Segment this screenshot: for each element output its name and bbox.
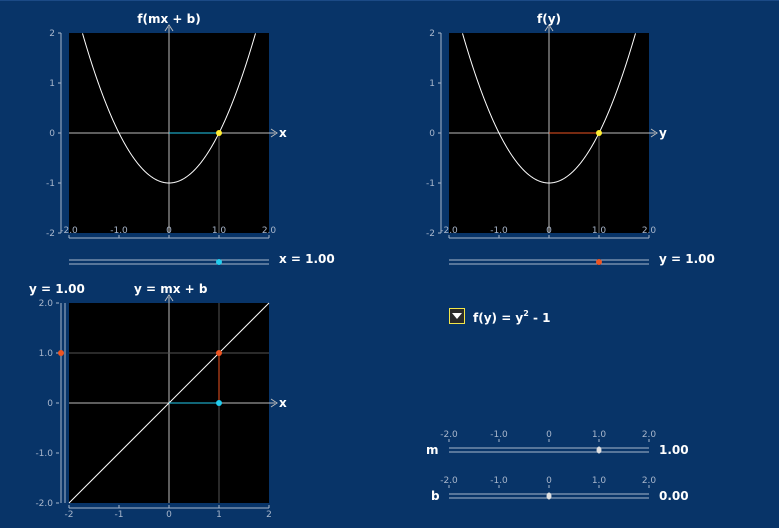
y-tick-label: 2 xyxy=(429,29,435,39)
x-tick-label: -1.0 xyxy=(490,430,508,440)
panel-linear: 2.0 1.0 0 -1.0 -2.0 -2 -1 0 1 2 y = 1.00 y = mx … xyxy=(29,282,287,520)
function-dropdown-button[interactable] xyxy=(449,308,465,324)
function-point xyxy=(216,130,222,136)
m-slider-thumb[interactable] xyxy=(596,446,602,454)
applet-canvas: 2 1 0 -1 -2 -2.0 -1.0 0 1.0 2.0 f(mx + b) x x = … xyxy=(29,12,715,520)
x-slider-readout: x = 1.00 xyxy=(279,252,335,266)
y-tick-label: 0 xyxy=(429,129,435,139)
m-slider-readout: 1.00 xyxy=(659,443,689,457)
m-slider-label: m xyxy=(426,443,439,457)
y-tick-label: -2.0 xyxy=(35,499,53,509)
y-slider-readout: y = 1.00 xyxy=(659,252,715,266)
panel-f-mx-b: 210-1-2 -2.0-1.001.02.0 f(mx + b) x x = … xyxy=(46,12,335,266)
x-tick-label: 1 xyxy=(216,510,222,520)
y-tick-label: 0 xyxy=(47,399,53,409)
x-tick-label: -2.0 xyxy=(60,226,78,236)
y-axis-label: y xyxy=(659,126,667,140)
x-tick-label: -1 xyxy=(115,510,124,520)
x-axis-label: x xyxy=(279,396,287,410)
function-label: f(y) = y2 - 1 xyxy=(473,309,551,325)
panel-f-y: 210-1-2 -2.0-1.001.02.0 f(y) y y = 1.00 xyxy=(426,12,715,266)
x-tick-label: 2.0 xyxy=(642,226,657,236)
x-point xyxy=(216,400,222,406)
x-tick-label: 2.0 xyxy=(262,226,277,236)
b-slider-readout: 0.00 xyxy=(659,489,689,503)
x-tick-label: 0 xyxy=(546,430,552,440)
y-tick-label: 1.0 xyxy=(39,349,54,359)
function-suffix: - 1 xyxy=(528,311,551,325)
x-tick-label: -1.0 xyxy=(110,226,128,236)
y-tick-label: 1 xyxy=(429,79,435,89)
y-tick-label: -2 xyxy=(46,229,55,239)
x-tick-label: 2.0 xyxy=(642,476,657,486)
b-slider-thumb[interactable] xyxy=(546,492,552,500)
y-tick-label: 0 xyxy=(49,129,55,139)
x-tick-label: 1.0 xyxy=(592,430,607,440)
function-prefix: f(y) = y xyxy=(473,311,524,325)
x-tick-label: 2 xyxy=(266,510,272,520)
function-point xyxy=(596,130,602,136)
x-axis-label: x xyxy=(279,126,287,140)
m-slider: -2.0 -1.0 0 1.0 2.0 m 1.00 xyxy=(426,430,689,457)
y-tick-label: -1 xyxy=(46,179,55,189)
y-tick-label: 2.0 xyxy=(39,299,54,309)
y-tick-label: -2 xyxy=(426,229,435,239)
y-slider-thumb[interactable] xyxy=(58,350,64,356)
y-readout: y = 1.00 xyxy=(29,282,85,296)
x-tick-label: -2.0 xyxy=(440,430,458,440)
x-tick-label: 2.0 xyxy=(642,430,657,440)
panel-title: f(mx + b) xyxy=(137,12,200,26)
panel-title: f(y) xyxy=(537,12,561,26)
x-tick-label: -2 xyxy=(65,510,74,520)
x-tick-label: -2.0 xyxy=(440,226,458,236)
x-tick-label: 1.0 xyxy=(592,476,607,486)
y-tick-label: -1.0 xyxy=(35,449,53,459)
x-tick-label: -1.0 xyxy=(490,226,508,236)
y-tick-label: 2 xyxy=(49,29,55,39)
b-slider: -2.0 -1.0 0 1.0 2.0 b 0.00 xyxy=(431,476,689,503)
y-tick-label: 1 xyxy=(49,79,55,89)
x-tick-label: 0 xyxy=(166,510,172,520)
x-slider-thumb[interactable] xyxy=(216,259,222,265)
b-slider-label: b xyxy=(431,489,440,503)
x-tick-label: 0 xyxy=(546,476,552,486)
y-slider-thumb[interactable] xyxy=(596,259,602,265)
mapped-point xyxy=(216,350,222,356)
x-tick-label: -1.0 xyxy=(490,476,508,486)
panel-title: y = mx + b xyxy=(134,282,208,296)
chevron-down-icon xyxy=(452,313,462,319)
y-tick-label: -1 xyxy=(426,179,435,189)
x-tick-label: -2.0 xyxy=(440,476,458,486)
